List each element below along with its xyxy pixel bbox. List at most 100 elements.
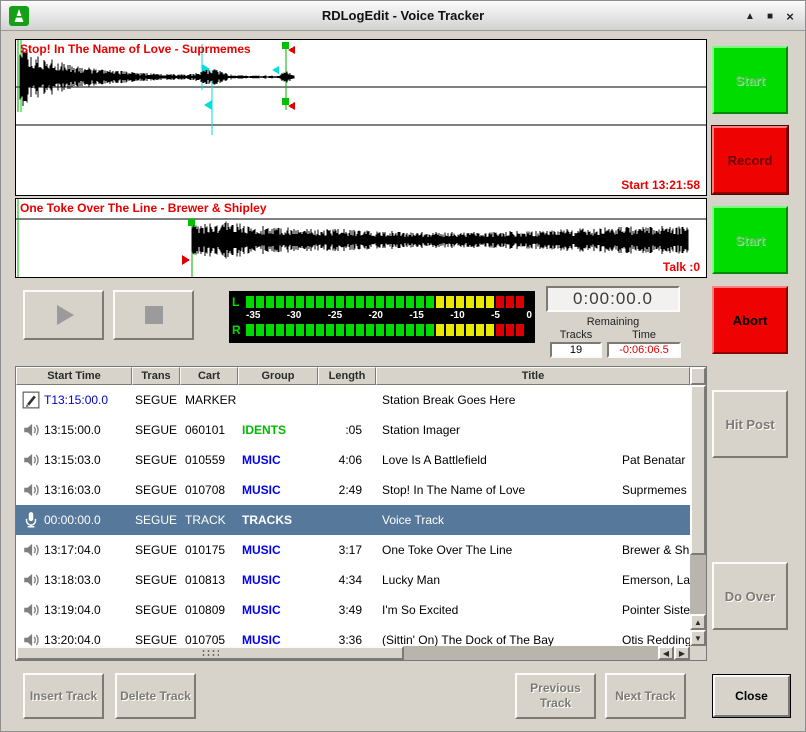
- cart-number-cell: 010705: [185, 633, 237, 646]
- group-cell: MUSIC: [242, 453, 312, 467]
- start-track2-button[interactable]: Start: [712, 206, 788, 274]
- fade-markers[interactable]: [202, 44, 212, 135]
- vertical-scrollbar[interactable]: ▲ ▼: [690, 385, 706, 646]
- right-meter-segments: [246, 324, 532, 336]
- vertical-scrollbar-thumb[interactable]: [690, 385, 706, 555]
- meter-scale: -35-30-25-20-15-10-50: [232, 309, 532, 322]
- table-row[interactable]: 13:18:03.0 SEGUE 010813 MUSIC 4:34 Lucky…: [16, 565, 690, 595]
- meter-tick-label: -25: [328, 310, 342, 321]
- tracks-remaining-value: 19: [550, 342, 602, 358]
- cart-number-cell: 010813: [185, 573, 237, 587]
- cart-number-cell: 010559: [185, 453, 237, 467]
- transition-cell: SEGUE: [135, 423, 181, 437]
- table-row[interactable]: 13:17:04.0 SEGUE 010175 MUSIC 3:17 One T…: [16, 535, 690, 565]
- cart-number-cell: MARKER: [185, 393, 237, 407]
- tracks-remaining-label: Tracks: [550, 329, 602, 341]
- speaker-icon: [22, 541, 40, 559]
- cart-number-cell: 010708: [185, 483, 237, 497]
- horizontal-scrollbar[interactable]: ◀ ▶: [16, 646, 690, 660]
- maximize-icon[interactable]: ■: [761, 7, 779, 25]
- table-header-row: Start TimeTransCartGroupLengthTitle: [16, 367, 690, 385]
- cart-number-cell: 010175: [185, 543, 237, 557]
- group-cell: MUSIC: [242, 633, 312, 646]
- horizontal-scrollbar-thumb[interactable]: [16, 646, 404, 660]
- table-row[interactable]: 13:15:03.0 SEGUE 010559 MUSIC 4:06 Love …: [16, 445, 690, 475]
- transition-cell: SEGUE: [135, 453, 181, 467]
- do-over-button[interactable]: Do Over: [712, 562, 788, 630]
- meter-tick-label: -5: [491, 310, 500, 321]
- group-cell: MUSIC: [242, 573, 312, 587]
- cart-number-cell: 060101: [185, 423, 237, 437]
- start-time-cell: 00:00:00.0: [44, 513, 130, 527]
- stop-button[interactable]: [113, 290, 194, 340]
- elapsed-time-display: 0:00:00.0: [546, 286, 680, 312]
- column-header-length[interactable]: Length: [318, 367, 376, 385]
- table-row[interactable]: 13:20:04.0 SEGUE 010705 MUSIC 3:36 (Sitt…: [16, 625, 690, 646]
- previous-track-title: Stop! In The Name of Love - Suprmemes: [20, 42, 251, 56]
- remaining-label: Remaining: [546, 316, 680, 328]
- time-remaining-label: Time: [607, 329, 681, 341]
- time-remaining-value: -0:06:06.5: [607, 342, 681, 358]
- start-time-cell: 13:20:04.0: [44, 633, 130, 646]
- start-track1-button[interactable]: Start: [712, 46, 788, 114]
- abort-button[interactable]: Abort: [712, 286, 788, 354]
- left-channel-label: L: [232, 296, 246, 308]
- table-row[interactable]: 13:19:04.0 SEGUE 010809 MUSIC 3:49 I'm S…: [16, 595, 690, 625]
- record-button[interactable]: Record: [712, 126, 788, 194]
- column-header-cart[interactable]: Cart: [180, 367, 238, 385]
- length-cell: 4:06: [312, 453, 362, 467]
- waveform-panel-next-track[interactable]: One Toke Over The Line - Brewer & Shiple…: [15, 198, 707, 278]
- start-time-cell: T13:15:00.0: [44, 393, 130, 407]
- titlebar[interactable]: RDLogEdit - Voice Tracker ▲ ■ ×: [1, 1, 805, 31]
- length-cell: :05: [312, 423, 362, 437]
- previous-track-button[interactable]: Previous Track: [515, 673, 596, 719]
- close-icon[interactable]: ×: [781, 7, 799, 25]
- left-meter-segments: [246, 296, 532, 308]
- insert-track-button[interactable]: Insert Track: [23, 673, 104, 719]
- right-channel-label: R: [232, 324, 246, 336]
- artist-cell: Pointer Sisters: [622, 603, 690, 617]
- delete-track-button[interactable]: Delete Track: [115, 673, 196, 719]
- level-meter: L -35-30-25-20-15-10-50 R: [229, 291, 535, 343]
- meter-tick-label: -15: [409, 310, 423, 321]
- start-time-cell: 13:16:03.0: [44, 483, 130, 497]
- column-header-title[interactable]: Title: [376, 367, 690, 385]
- artist-cell: Otis Redding: [622, 633, 690, 646]
- speaker-icon: [22, 601, 40, 619]
- start-time-cell: 13:15:03.0: [44, 453, 130, 467]
- table-row[interactable]: T13:15:00.0 SEGUE MARKER Station Break G…: [16, 385, 690, 415]
- scroll-right-icon[interactable]: ▶: [674, 646, 690, 660]
- scroll-left-icon[interactable]: ◀: [658, 646, 674, 660]
- column-header-group[interactable]: Group: [238, 367, 318, 385]
- transition-cell: SEGUE: [135, 543, 181, 557]
- length-cell: 4:34: [312, 573, 362, 587]
- close-button[interactable]: Close: [713, 675, 790, 717]
- scroll-down-icon[interactable]: ▼: [690, 630, 706, 646]
- table-row[interactable]: 00:00:00.0 SEGUE TRACK TRACKS Voice Trac…: [16, 505, 690, 535]
- speaker-icon: [22, 631, 40, 646]
- title-cell: Stop! In The Name of Love: [382, 483, 618, 497]
- cart-number-cell: 010809: [185, 603, 237, 617]
- table-row[interactable]: 13:15:00.0 SEGUE 060101 IDENTS :05 Stati…: [16, 415, 690, 445]
- play-icon: [51, 302, 77, 328]
- artist-cell: Suprmemes: [622, 483, 690, 497]
- artist-cell: Emerson, Lake & Palmer: [622, 573, 690, 587]
- play-button[interactable]: [23, 290, 104, 340]
- column-header-start-time[interactable]: Start Time: [16, 367, 132, 385]
- hit-post-button[interactable]: Hit Post: [712, 390, 788, 458]
- thumb-grip: [201, 649, 219, 657]
- scroll-up-icon[interactable]: ▲: [690, 614, 706, 630]
- table-row[interactable]: 13:16:03.0 SEGUE 010708 MUSIC 2:49 Stop!…: [16, 475, 690, 505]
- waveform-panel-previous-track[interactable]: Stop! In The Name of Love - Suprmemes St…: [15, 39, 707, 196]
- title-cell: Station Imager: [382, 423, 618, 437]
- start-time-cell: 13:19:04.0: [44, 603, 130, 617]
- shade-icon[interactable]: ▲: [741, 7, 759, 25]
- group-cell: TRACKS: [242, 513, 312, 527]
- marker-icon: [22, 391, 40, 409]
- group-cell: MUSIC: [242, 543, 312, 557]
- next-track-button[interactable]: Next Track: [605, 673, 686, 719]
- column-header-trans[interactable]: Trans: [132, 367, 180, 385]
- title-cell: Love Is A Battlefield: [382, 453, 618, 467]
- meter-tick-label: 0: [526, 310, 532, 321]
- table-corner: [690, 646, 706, 660]
